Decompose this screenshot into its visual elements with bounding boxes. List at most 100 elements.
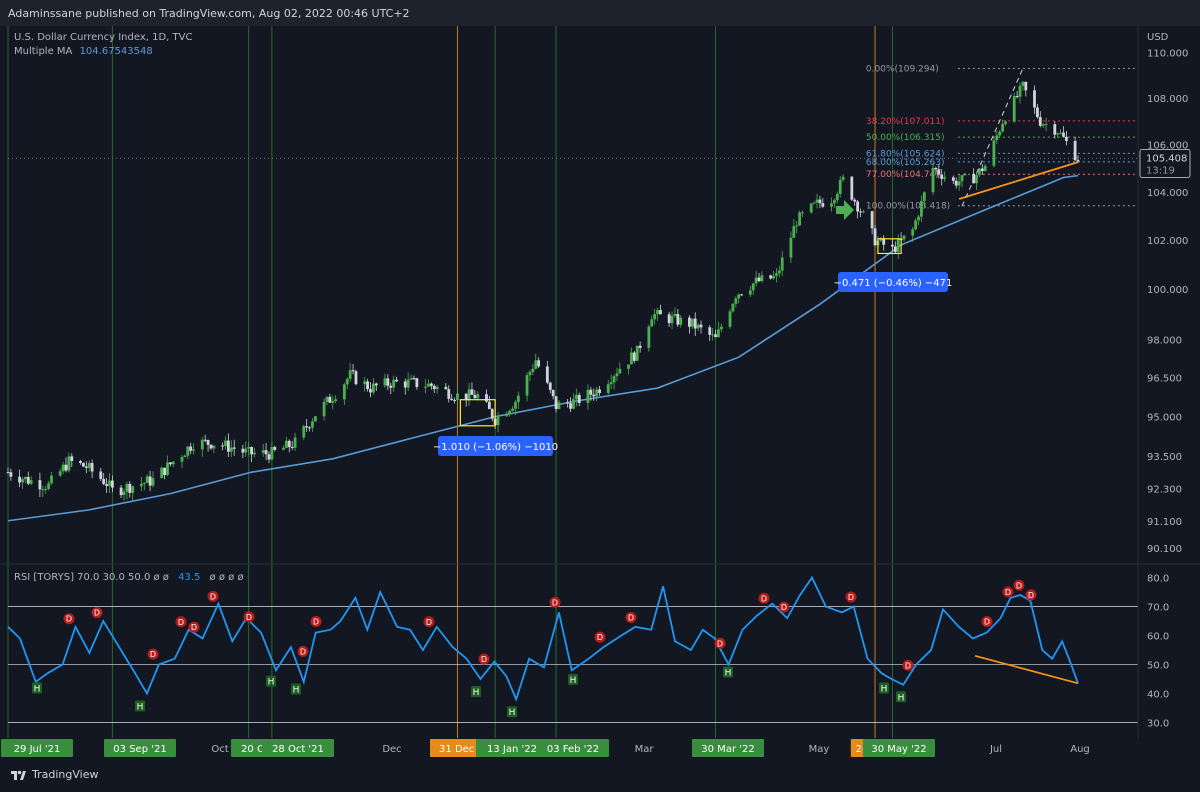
candle-body — [1056, 133, 1060, 135]
candle-body — [192, 449, 195, 451]
candle — [632, 351, 636, 364]
candle-body — [64, 464, 68, 471]
candle — [769, 274, 773, 280]
candle-body — [348, 370, 352, 379]
candle — [574, 388, 578, 407]
rsi-marker-text: D — [94, 609, 100, 618]
candle — [128, 481, 132, 498]
candle-body — [850, 176, 854, 200]
candle — [508, 409, 512, 417]
price-tick-label: 95.000 — [1147, 413, 1182, 424]
rsi-tick-label: 80.0 — [1147, 574, 1169, 585]
rsi-marker-text: D — [1028, 591, 1034, 600]
candle — [84, 461, 88, 474]
rsi-marker-text: H — [570, 676, 577, 686]
candle-body — [322, 401, 326, 417]
date-tick-label: 03 Sep '21 — [113, 744, 166, 755]
candle-body — [44, 488, 48, 490]
candle — [812, 201, 816, 205]
candle-body — [980, 168, 984, 172]
candle — [450, 394, 454, 401]
candle-body — [473, 394, 477, 399]
candle-body — [690, 318, 694, 327]
candle — [951, 175, 955, 184]
candle — [473, 390, 477, 399]
candle — [748, 285, 752, 298]
candle — [731, 302, 735, 313]
candle — [801, 210, 804, 218]
candle-body — [516, 395, 520, 403]
symbol-title: U.S. Dollar Currency Index, 1D, TVC — [14, 32, 193, 43]
candle-body — [47, 483, 50, 489]
rsi-marker-text: D — [481, 655, 487, 664]
candle — [572, 393, 575, 410]
candle — [151, 471, 155, 488]
candle-body — [351, 370, 355, 372]
price-chart[interactable]: 0.00%(109.294) 38.20%(107.011) 50.00%(106.… — [0, 0, 1200, 792]
candle — [334, 395, 338, 404]
rsi-marker-d: D — [310, 615, 322, 627]
candle-body — [171, 461, 175, 465]
candle — [630, 347, 633, 365]
candle-body — [119, 487, 123, 496]
rsi-marker-h: H — [723, 666, 733, 679]
candle — [841, 174, 845, 182]
candle-body — [1024, 81, 1028, 91]
candle-body — [838, 179, 842, 194]
candle-body — [841, 176, 845, 180]
tradingview-watermark[interactable]: TradingView — [10, 768, 98, 781]
candle-body — [618, 368, 622, 374]
rsi-tick-label: 50.0 — [1147, 660, 1169, 671]
rsi-marker-h: H — [471, 685, 481, 698]
candle-body — [818, 199, 822, 204]
fib-level-label: 38.20%(107.011) — [866, 117, 945, 127]
candle — [566, 399, 570, 408]
candle — [29, 476, 33, 486]
candle — [853, 197, 857, 206]
candle-body — [835, 193, 839, 201]
candle — [882, 235, 886, 251]
rsi-marker-d: D — [1002, 586, 1014, 598]
candle-body — [102, 478, 106, 485]
candle-body — [740, 294, 744, 296]
candle-body — [598, 389, 601, 393]
candle-body — [795, 225, 799, 227]
candle-body — [609, 382, 613, 385]
candle-body — [632, 352, 636, 361]
candle — [995, 130, 999, 145]
candle-body — [1062, 132, 1065, 137]
rsi-marker-d: D — [1025, 589, 1037, 601]
candle-body — [23, 476, 27, 480]
candle-body — [830, 203, 833, 207]
candle-body — [409, 378, 413, 380]
candle — [618, 362, 622, 375]
candle — [740, 293, 744, 296]
rsi-marker-d: D — [758, 592, 770, 604]
candle-body — [128, 483, 132, 493]
candle-body — [896, 238, 900, 252]
candle-body — [937, 169, 941, 175]
candle-body — [389, 385, 393, 388]
candle — [70, 453, 74, 468]
candle-body — [247, 447, 251, 449]
candle-body — [226, 440, 230, 452]
candle — [983, 163, 987, 172]
candle — [302, 424, 306, 441]
fib-level-label: 50.00%(106.315) — [866, 133, 945, 143]
candle — [914, 218, 918, 231]
current-price-label: 105.408 — [1146, 153, 1187, 164]
candle-body — [70, 456, 74, 462]
candle — [780, 250, 784, 276]
rsi-marker-h: H — [568, 673, 578, 686]
candle-body — [673, 314, 677, 316]
candle — [1015, 91, 1019, 99]
candle-body — [363, 381, 367, 385]
candle — [406, 372, 410, 391]
candle — [1024, 81, 1028, 97]
rsi-tick-label: 40.0 — [1147, 689, 1169, 700]
candle-body — [815, 199, 819, 203]
candle-body — [429, 383, 433, 386]
candle-body — [853, 199, 857, 202]
candle — [50, 472, 53, 486]
rsi-marker-text: H — [268, 678, 275, 688]
